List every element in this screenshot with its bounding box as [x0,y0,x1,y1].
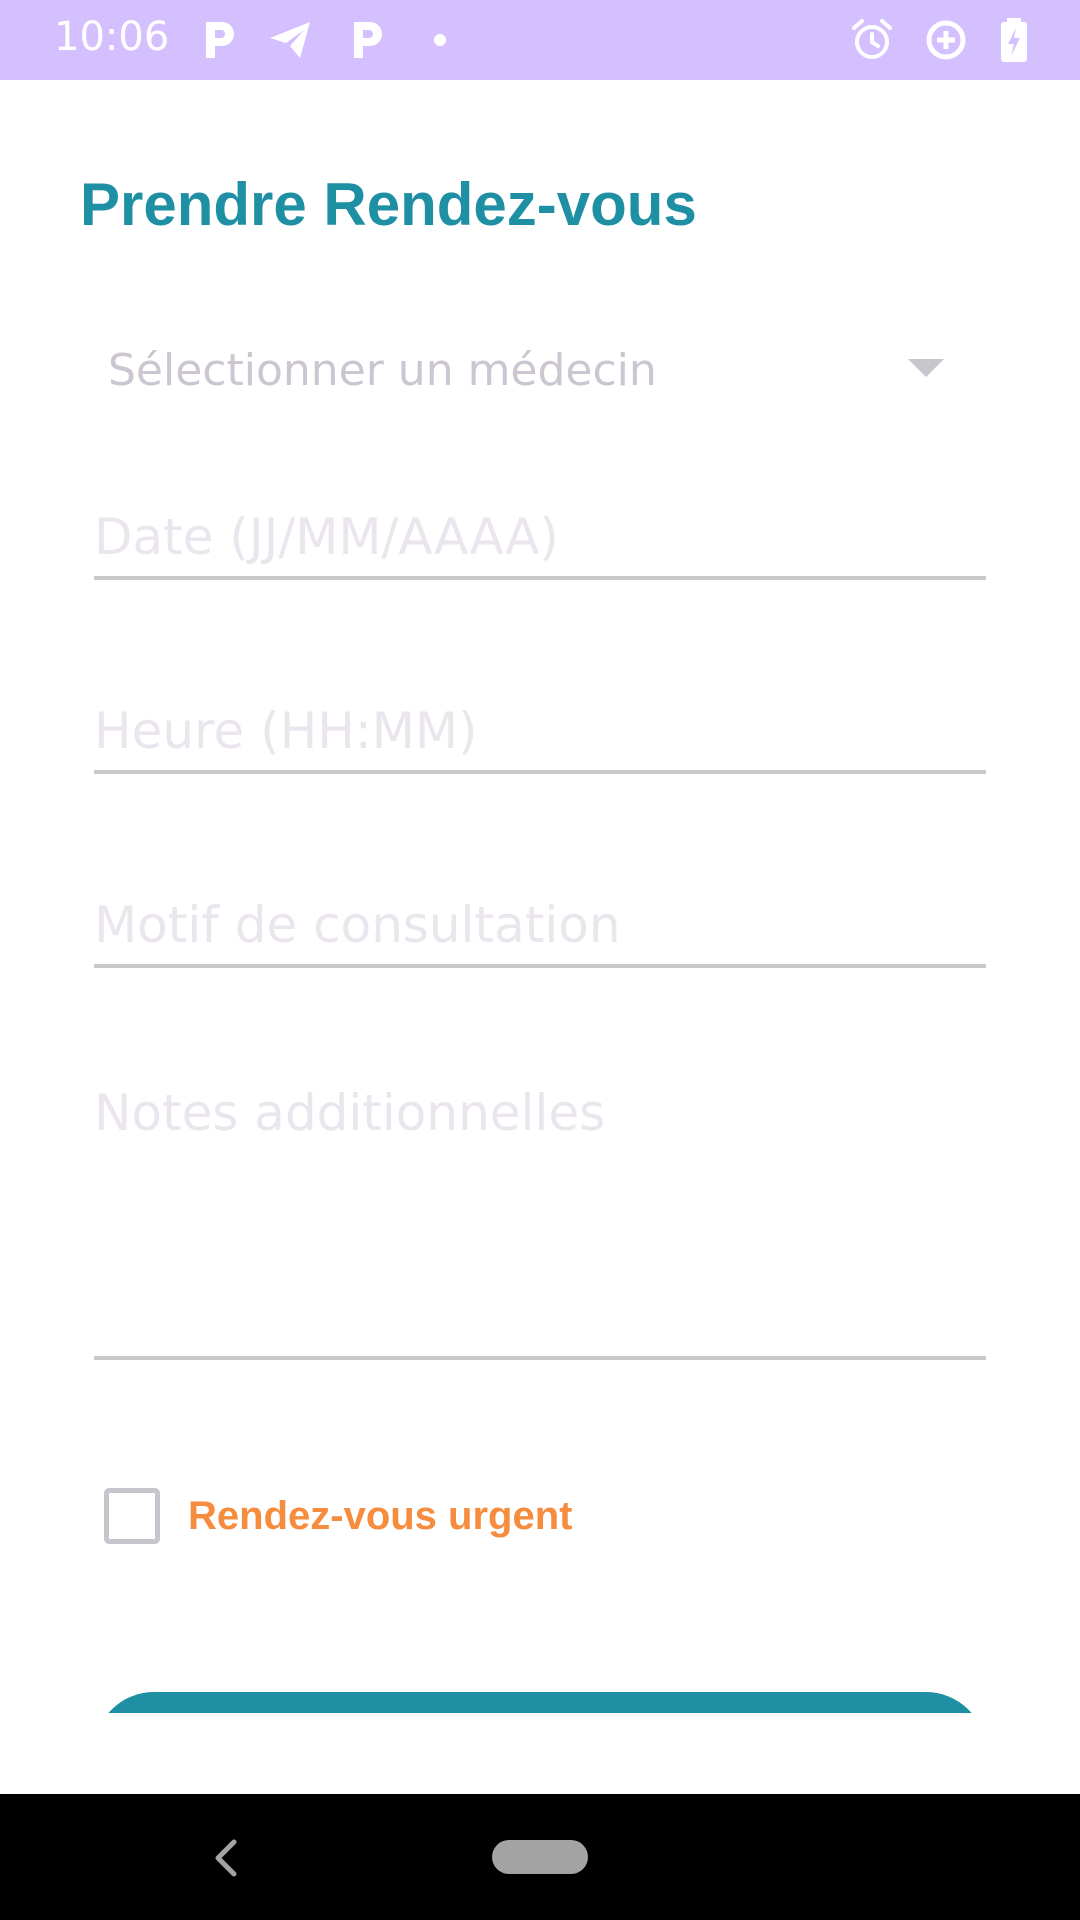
urgent-checkbox[interactable] [104,1488,160,1544]
navigation-bar [0,1794,1080,1920]
date-input[interactable] [94,508,986,566]
submit-button-container [94,1692,986,1713]
doctor-select-placeholder: Sélectionner un médecin [108,345,657,396]
notes-field [94,1084,986,1360]
doctor-select[interactable]: Sélectionner un médecin [94,335,944,415]
parking-p-icon [206,22,234,58]
status-bar: 10:06 [0,0,1080,80]
telegram-icon [270,22,310,58]
parking-p-icon [354,22,382,58]
urgent-checkbox-label: Rendez-vous urgent [188,1494,573,1538]
data-saver-icon [926,20,966,60]
date-field [94,490,986,580]
notes-textarea[interactable] [94,1084,986,1356]
back-icon[interactable] [208,1836,242,1880]
dot-icon [434,34,446,46]
status-time: 10:06 [54,14,170,60]
urgent-checkbox-row[interactable]: Rendez-vous urgent [104,1486,804,1550]
dropdown-arrow-icon [908,359,944,377]
reason-field [94,878,986,968]
reason-input[interactable] [94,896,986,954]
submit-button[interactable] [94,1692,986,1713]
home-pill-icon[interactable] [492,1840,588,1874]
time-input[interactable] [94,702,986,760]
battery-charging-icon [1001,18,1027,62]
page-title: Prendre Rendez-vous [80,171,697,238]
time-field [94,684,986,774]
alarm-icon [852,19,892,59]
